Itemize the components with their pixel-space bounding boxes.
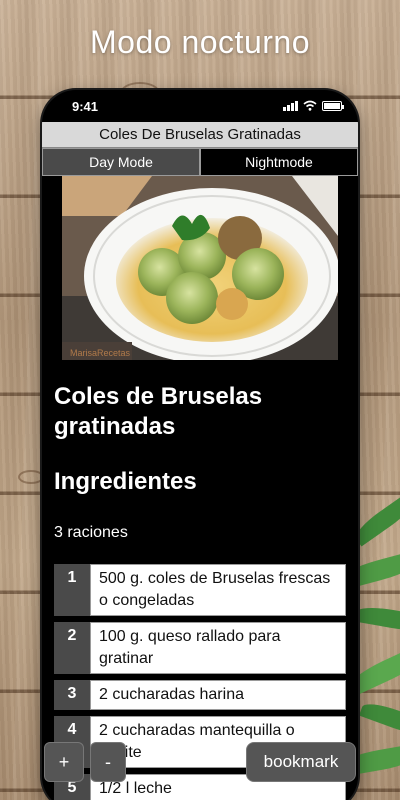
status-icons <box>283 100 344 111</box>
ingredient-number: 1 <box>54 564 90 616</box>
nightmode-button[interactable]: Nightmode <box>200 148 358 176</box>
promo-title: Modo nocturno <box>90 24 310 60</box>
ingredient-number: 2 <box>54 622 90 674</box>
decrease-font-button[interactable]: - <box>90 742 126 782</box>
signal-icon <box>283 101 298 111</box>
ingredient-text: 100 g. queso rallado para gratinar <box>90 622 346 674</box>
ingredient-number: 3 <box>54 680 90 710</box>
wifi-icon <box>303 100 317 111</box>
recipe-title: Coles de Bruselas gratinadas <box>54 383 263 440</box>
recipe-content[interactable]: MarisaRecetas Coles de Bruselas gratinad… <box>42 176 358 800</box>
day-mode-button[interactable]: Day Mode <box>42 148 200 176</box>
recipe-photo: MarisaRecetas <box>62 176 338 360</box>
mode-toggle: Day Mode Nightmode <box>42 148 358 176</box>
status-bar: 9:41 <box>42 90 358 122</box>
ingredients-heading: Ingredientes <box>54 468 197 495</box>
app-title-bar: Coles De Bruselas Gratinadas <box>42 122 358 148</box>
bookmark-button[interactable]: bookmark <box>246 742 356 782</box>
phone-frame: 9:41 Coles De Bruselas Gratinadas Day Mo… <box>42 90 358 800</box>
wood-knot <box>18 470 44 484</box>
ingredient-text: 2 cucharadas harina <box>90 680 346 710</box>
ingredient-row: 2 100 g. queso rallado para gratinar <box>54 622 346 674</box>
ingredient-text: 500 g. coles de Bruselas frescas o conge… <box>90 564 346 616</box>
ingredient-row: 3 2 cucharadas harina <box>54 680 346 710</box>
status-time: 9:41 <box>72 99 99 114</box>
ingredient-row: 1 500 g. coles de Bruselas frescas o con… <box>54 564 346 616</box>
photo-watermark: MarisaRecetas <box>70 348 131 358</box>
servings-text: 3 raciones <box>54 524 128 541</box>
battery-icon <box>322 101 344 111</box>
increase-font-button[interactable]: + <box>44 742 84 782</box>
